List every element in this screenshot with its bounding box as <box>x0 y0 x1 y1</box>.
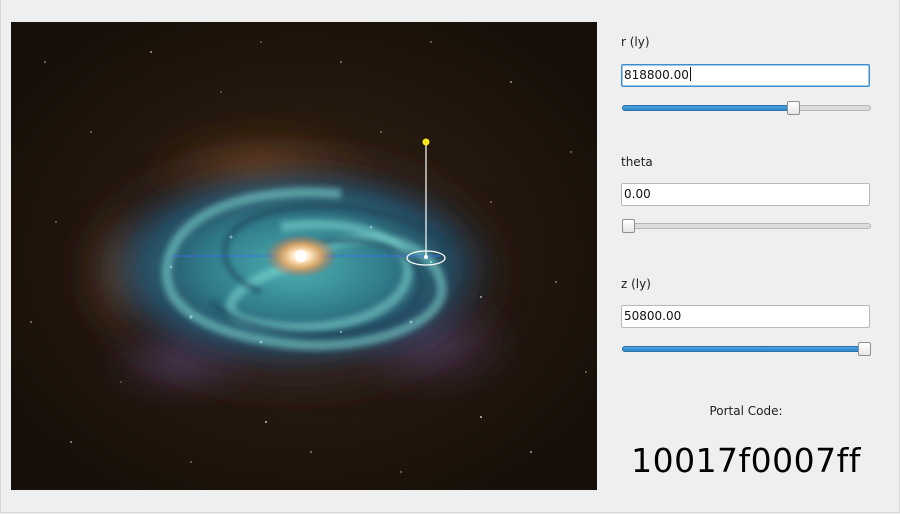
r-slider[interactable] <box>621 100 871 116</box>
r-slider-fill <box>622 105 796 111</box>
portal-code-value: 10017f0007ff <box>631 441 861 480</box>
z-input[interactable]: 50800.00 <box>621 305 870 328</box>
z-slider-handle[interactable] <box>858 342 871 356</box>
theta-slider-groove <box>622 223 871 229</box>
z-label: z (ly) <box>621 277 651 291</box>
galaxy-viewport[interactable] <box>11 22 597 490</box>
position-marker[interactable] <box>11 22 597 490</box>
r-slider-handle[interactable] <box>787 101 801 115</box>
z-slider-fill <box>622 346 866 352</box>
theta-label: theta <box>621 155 653 169</box>
yellow-pin-icon[interactable] <box>422 138 430 146</box>
r-value: 818800.00 <box>624 68 689 82</box>
text-caret <box>689 67 691 81</box>
r-input[interactable]: 818800.00 <box>621 64 870 87</box>
r-label: r (ly) <box>621 35 650 49</box>
theta-input[interactable]: 0.00 <box>621 183 870 206</box>
theta-slider[interactable] <box>621 218 871 234</box>
ground-point <box>424 255 428 259</box>
theta-slider-handle[interactable] <box>622 219 635 233</box>
control-panel: r (ly) 818800.00 theta 0.00 z (ly) 50800… <box>621 0 871 514</box>
z-slider[interactable] <box>621 341 871 357</box>
portal-code-caption: Portal Code: <box>709 404 783 418</box>
